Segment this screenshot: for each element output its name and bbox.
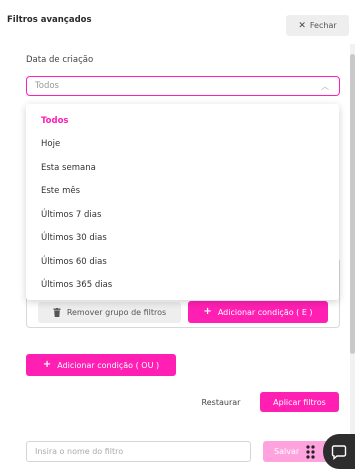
scrollbar-thumb[interactable] — [350, 54, 355, 354]
date-select-value: Todos — [35, 81, 59, 91]
option-hoje[interactable]: Hoje — [26, 132, 339, 155]
option-esta-semana[interactable]: Esta semana — [26, 156, 339, 179]
date-options-dropdown: Todos Hoje Esta semana Este mês Últimos … — [26, 104, 339, 300]
add-or-condition-button[interactable]: + Adicionar condição ( OU ) — [26, 354, 176, 376]
option-ultimos-7-dias[interactable]: Últimos 7 dias — [26, 203, 339, 226]
plus-icon: + — [42, 359, 52, 370]
remove-group-button[interactable]: Remover grupo de filtros — [38, 302, 181, 323]
add-or-label: Adicionar condição ( OU ) — [57, 360, 160, 370]
trash-icon — [53, 308, 61, 317]
plus-icon: + — [203, 306, 212, 317]
option-todos[interactable]: Todos — [26, 109, 339, 132]
option-ultimos-60-dias[interactable]: Últimos 60 dias — [26, 250, 339, 273]
close-button[interactable]: ✕ Fechar — [286, 15, 349, 36]
panel-title: Filtros avançados — [7, 15, 92, 25]
grip-icon[interactable] — [305, 444, 319, 460]
chevron-up-icon: ︿ — [321, 82, 329, 91]
add-and-condition-button[interactable]: + Adicionar condição ( E ) — [188, 301, 328, 323]
chat-icon — [331, 444, 347, 460]
chat-button[interactable] — [323, 434, 355, 469]
close-icon: ✕ — [298, 20, 306, 31]
option-ultimos-365-dias[interactable]: Últimos 365 dias — [26, 273, 339, 296]
restore-button[interactable]: Restaurar — [194, 392, 248, 412]
date-field-label: Data de criação — [26, 55, 94, 65]
add-and-label: Adicionar condição ( E ) — [217, 307, 313, 317]
remove-group-label: Remover grupo de filtros — [66, 308, 167, 317]
close-button-label: Fechar — [309, 21, 337, 30]
filter-name-input[interactable] — [26, 441, 251, 462]
option-este-mes[interactable]: Este mês — [26, 179, 339, 202]
date-select[interactable]: Todos ︿ — [26, 76, 340, 96]
option-ultimos-30-dias[interactable]: Últimos 30 dias — [26, 226, 339, 249]
apply-filters-button[interactable]: Aplicar filtros — [260, 392, 339, 412]
